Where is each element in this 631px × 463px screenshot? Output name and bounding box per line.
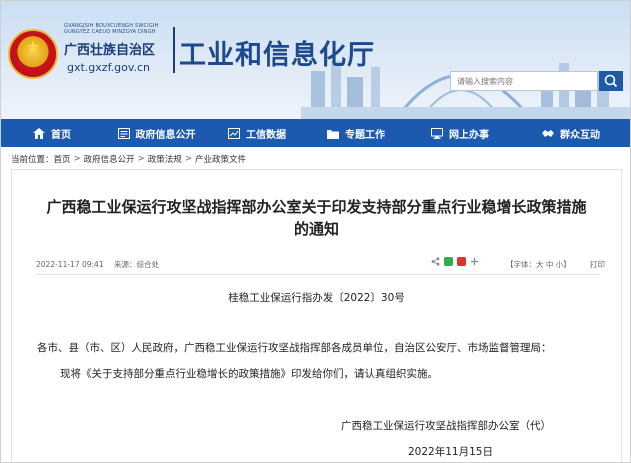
nav-label: 首页 bbox=[51, 129, 71, 141]
article-panel: 广西稳工业保运行攻坚战指挥部办公室关于印发支持部分重点行业稳增长政策措施 的通知… bbox=[11, 169, 622, 462]
nav-item-gov-info[interactable]: 政府信息公开 bbox=[103, 119, 210, 147]
issue-date: 2022年11月15日 bbox=[408, 446, 493, 458]
nav-item-online[interactable]: 网上办事 bbox=[408, 119, 512, 147]
nav-item-special[interactable]: 专题工作 bbox=[304, 119, 408, 147]
page-frame: ★ GVANGJSIH BOUXCUENGH SWCIGIH GUNGYEZ C… bbox=[0, 0, 631, 463]
font-size-control[interactable]: 【字体：大 中 小】 bbox=[506, 259, 571, 270]
share-icon[interactable] bbox=[431, 257, 440, 266]
breadcrumb: 当前位置： 首页 > 政府信息公开 > 政策法规 > 产业政策文件 bbox=[11, 153, 246, 165]
more-share-icon[interactable] bbox=[470, 257, 479, 266]
breadcrumb-prefix: 当前位置： bbox=[11, 155, 54, 165]
nav-label: 工信数据 bbox=[246, 129, 286, 141]
nav-label: 网上办事 bbox=[449, 129, 489, 141]
search-icon bbox=[604, 74, 618, 88]
breadcrumb-item-policy[interactable]: 政策法规 bbox=[148, 153, 182, 165]
wechat-share-icon[interactable] bbox=[444, 257, 453, 266]
site-url[interactable]: gxt.gxzf.gov.cn bbox=[67, 61, 150, 74]
document-number: 桂稳工业保运行指办发〔2022〕30号 bbox=[228, 292, 405, 304]
document-icon bbox=[117, 127, 130, 139]
article-meta: 2022-11-17 09:41 来源：综合处 bbox=[36, 259, 159, 270]
header-divider bbox=[173, 27, 175, 73]
home-icon bbox=[33, 127, 45, 139]
nav-item-interaction[interactable]: 群众互动 bbox=[512, 119, 630, 147]
share-bar bbox=[431, 257, 483, 266]
site-name-zhuang: GVANGJSIH BOUXCUENGH SWCIGIH GUNGYEZ CAE… bbox=[64, 23, 159, 35]
search-input[interactable]: 请输入搜索内容 bbox=[450, 71, 598, 91]
meta-divider bbox=[36, 274, 600, 275]
search-button[interactable] bbox=[599, 71, 623, 91]
breadcrumb-separator: > bbox=[184, 154, 192, 164]
breadcrumb-separator: > bbox=[73, 154, 81, 164]
article-paragraph: 各市、县（市、区）人民政府，广西稳工业保运行攻坚战指挥部各成员单位，自治区公安厅… bbox=[37, 342, 552, 354]
publish-date: 2022-11-17 09:41 bbox=[36, 260, 104, 269]
department-title[interactable]: 工业和信息化厅 bbox=[179, 33, 375, 72]
nav-label: 群众互动 bbox=[560, 129, 600, 141]
article-title-line2: 的通知 bbox=[293, 220, 339, 238]
handshake-icon bbox=[542, 129, 554, 137]
nav-item-home[interactable]: 首页 bbox=[1, 119, 103, 147]
article-title-line1: 广西稳工业保运行攻坚战指挥部办公室关于印发支持部分重点行业稳增长政策措施 bbox=[46, 198, 587, 216]
breadcrumb-item-home[interactable]: 首页 bbox=[54, 153, 71, 165]
article-paragraph: 现将《关于支持部分重点行业稳增长的政策措施》印发给你们，请认真组织实施。 bbox=[60, 368, 438, 380]
nav-label: 专题工作 bbox=[345, 129, 385, 141]
article-source: 来源：综合处 bbox=[113, 260, 159, 269]
folder-icon bbox=[327, 129, 339, 139]
weibo-share-icon[interactable] bbox=[457, 257, 466, 266]
site-name[interactable]: 广西壮族自治区 bbox=[64, 39, 155, 58]
breadcrumb-item-gov-info[interactable]: 政府信息公开 bbox=[84, 153, 135, 165]
breadcrumb-item-industry-policy[interactable]: 产业政策文件 bbox=[195, 153, 246, 165]
article-title: 广西稳工业保运行攻坚战指挥部办公室关于印发支持部分重点行业稳增长政策措施 的通知 bbox=[12, 196, 621, 240]
monitor-icon bbox=[431, 127, 443, 139]
data-icon bbox=[228, 127, 240, 139]
nav-label: 政府信息公开 bbox=[135, 129, 196, 141]
print-link[interactable]: 打印 bbox=[590, 259, 605, 270]
header-banner: ★ GVANGJSIH BOUXCUENGH SWCIGIH GUNGYEZ C… bbox=[1, 1, 630, 119]
nav-item-data[interactable]: 工信数据 bbox=[210, 119, 304, 147]
main-nav: 首页 政府信息公开 工信数据 专题工作 网上办事 群众互动 bbox=[1, 119, 630, 147]
issuer-signature: 广西稳工业保运行攻坚战指挥部办公室（代） bbox=[341, 420, 551, 432]
breadcrumb-separator: > bbox=[137, 154, 145, 164]
national-emblem-icon[interactable]: ★ bbox=[8, 29, 58, 79]
